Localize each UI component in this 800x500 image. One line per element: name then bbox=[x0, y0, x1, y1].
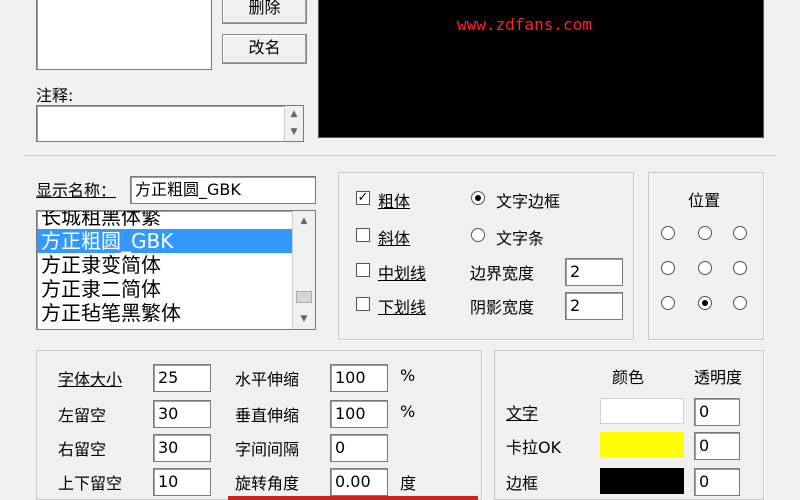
v-stretch-unit: % bbox=[400, 402, 416, 421]
position-radio-9[interactable] bbox=[733, 296, 747, 310]
v-stretch-field[interactable]: 100 bbox=[330, 400, 388, 428]
rotation-label: 旋转角度 bbox=[235, 474, 300, 493]
text-color-label: 文字 bbox=[506, 404, 539, 423]
position-radio-5[interactable] bbox=[698, 261, 712, 275]
name-list-box[interactable] bbox=[36, 0, 212, 70]
karaoke-color-label: 卡拉OK bbox=[506, 438, 562, 457]
border-color-label: 边框 bbox=[506, 474, 539, 493]
position-radio-7[interactable] bbox=[661, 296, 675, 310]
left-margin-label: 左留空 bbox=[58, 406, 107, 425]
position-radio-6[interactable] bbox=[733, 261, 747, 275]
delete-button[interactable]: 删除 bbox=[222, 0, 307, 24]
karaoke-color-swatch[interactable] bbox=[600, 432, 684, 458]
position-radio-3[interactable] bbox=[733, 226, 747, 240]
note-scrollbar[interactable]: ▲ ▼ bbox=[284, 106, 303, 141]
text-opacity-field[interactable]: 0 bbox=[694, 398, 740, 426]
font-list[interactable]: 长城粗黑体繁 方正粗圆_GBK 方正隶变简体 方正隶二简体 方正毡笔黑繁体 ▲ … bbox=[36, 210, 316, 330]
underline-checkbox[interactable] bbox=[356, 297, 370, 311]
rotation-field[interactable]: 0.00 bbox=[330, 468, 388, 496]
list-item[interactable]: 长城粗黑体繁 bbox=[37, 211, 293, 229]
midline-checkbox[interactable] bbox=[356, 263, 370, 277]
scroll-up-icon[interactable]: ▲ bbox=[285, 106, 303, 122]
border-width-field[interactable]: 2 bbox=[565, 258, 623, 286]
shadow-width-field[interactable]: 2 bbox=[565, 292, 623, 320]
h-stretch-unit: % bbox=[400, 366, 416, 385]
preview-text: www.zdfans.com bbox=[457, 15, 592, 34]
list-item[interactable]: 方正隶二简体 bbox=[37, 277, 293, 301]
scroll-down-icon[interactable]: ▼ bbox=[293, 311, 315, 327]
note-label: 注释: bbox=[36, 86, 74, 105]
color-header: 颜色 bbox=[612, 368, 645, 387]
opacity-header: 透明度 bbox=[694, 368, 743, 387]
scroll-thumb[interactable] bbox=[296, 291, 312, 303]
rotation-unit: 度 bbox=[400, 474, 417, 493]
list-item[interactable]: 方正隶变简体 bbox=[37, 253, 293, 277]
vertical-margin-field[interactable]: 10 bbox=[153, 468, 211, 496]
italic-checkbox[interactable] bbox=[356, 228, 370, 242]
font-size-label: 字体大小 bbox=[58, 370, 123, 389]
shadow-width-label: 阴影宽度 bbox=[470, 298, 535, 317]
position-title: 位置 bbox=[688, 191, 721, 210]
list-item-selected[interactable]: 方正粗圆_GBK bbox=[37, 229, 293, 253]
accent-bar bbox=[228, 496, 478, 500]
preview-canvas: www.zdfans.com bbox=[318, 0, 764, 138]
left-margin-field[interactable]: 30 bbox=[153, 400, 211, 428]
underline-label: 下划线 bbox=[378, 298, 427, 317]
right-margin-label: 右留空 bbox=[58, 440, 107, 459]
border-width-label: 边界宽度 bbox=[470, 264, 535, 283]
border-color-swatch[interactable] bbox=[600, 468, 684, 494]
rename-button[interactable]: 改名 bbox=[222, 34, 307, 64]
scroll-up-icon[interactable]: ▲ bbox=[293, 213, 315, 229]
note-text bbox=[37, 106, 303, 110]
karaoke-opacity-field[interactable]: 0 bbox=[694, 432, 740, 460]
text-bar-radio[interactable] bbox=[471, 228, 485, 242]
position-radio-4[interactable] bbox=[661, 261, 675, 275]
position-radio-2[interactable] bbox=[698, 226, 712, 240]
font-list-scrollbar[interactable]: ▲ ▼ bbox=[292, 211, 315, 329]
h-stretch-label: 水平伸缩 bbox=[235, 370, 300, 389]
italic-label: 斜体 bbox=[378, 229, 411, 248]
vertical-margin-label: 上下留空 bbox=[58, 474, 123, 493]
position-radio-1[interactable] bbox=[661, 226, 675, 240]
font-size-field[interactable]: 25 bbox=[153, 364, 211, 392]
scroll-down-icon[interactable]: ▼ bbox=[285, 124, 303, 140]
bold-label: 粗体 bbox=[378, 192, 411, 211]
border-opacity-field[interactable]: 0 bbox=[694, 468, 740, 496]
midline-label: 中划线 bbox=[378, 264, 427, 283]
v-stretch-label: 垂直伸缩 bbox=[235, 406, 300, 425]
note-textarea[interactable]: ▲ ▼ bbox=[36, 105, 304, 142]
text-color-swatch[interactable] bbox=[600, 398, 684, 424]
right-margin-field[interactable]: 30 bbox=[153, 434, 211, 462]
text-border-radio[interactable] bbox=[471, 191, 485, 205]
bold-checkbox[interactable]: ✓ bbox=[356, 191, 370, 205]
display-name-label: 显示名称： bbox=[36, 181, 117, 200]
h-stretch-field[interactable]: 100 bbox=[330, 364, 388, 392]
text-bar-label: 文字条 bbox=[496, 229, 545, 248]
char-spacing-field[interactable]: 0 bbox=[330, 434, 388, 462]
check-mark-icon: ✓ bbox=[357, 190, 369, 205]
panel-divider bbox=[24, 155, 776, 156]
char-spacing-label: 字间间隔 bbox=[235, 440, 300, 459]
display-name-field[interactable]: 方正粗圆_GBK bbox=[130, 176, 316, 204]
list-item[interactable]: 方正毡笔黑繁体 bbox=[37, 301, 293, 325]
text-border-label: 文字边框 bbox=[496, 192, 561, 211]
position-radio-8[interactable] bbox=[698, 296, 712, 310]
